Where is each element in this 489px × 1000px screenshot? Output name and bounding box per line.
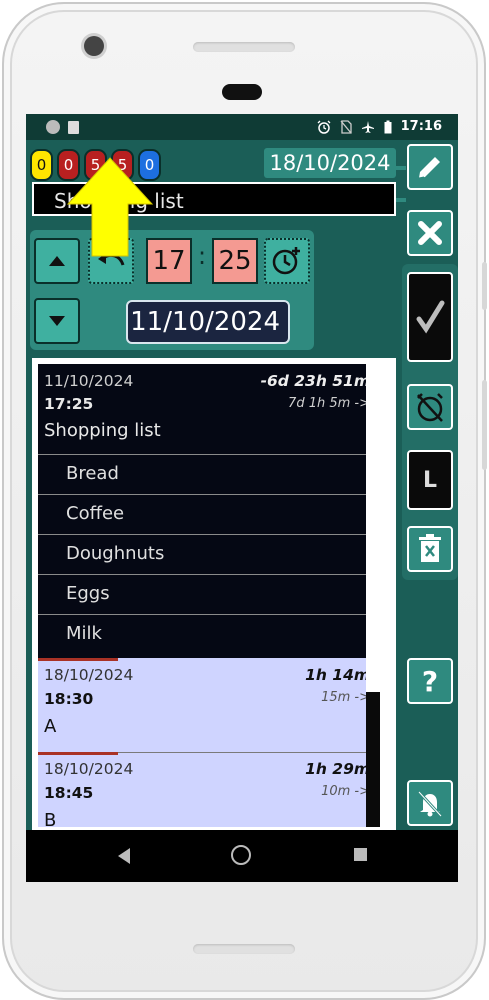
list-item[interactable]: Bread (38, 454, 380, 494)
check-icon (416, 300, 445, 334)
front-camera (84, 36, 104, 56)
entry-repeat: 15m -> (321, 690, 370, 705)
close-icon (418, 221, 442, 245)
alarm-off-icon (417, 393, 443, 422)
trash-icon (419, 534, 441, 562)
list-item[interactable]: Doughnuts (38, 534, 380, 574)
list-mode-label: L (422, 467, 438, 493)
list-item[interactable]: Eggs (38, 574, 380, 614)
recents-icon[interactable] (354, 848, 367, 861)
highlight-arrow-icon (66, 157, 154, 257)
list-entry[interactable]: 18/10/2024 1h 29m 18:45 10m -> B (38, 752, 380, 830)
right-rail: L ? (396, 140, 458, 830)
list-item[interactable]: Milk (38, 614, 380, 654)
entry-repeat: 7d 1h 5m -> (288, 396, 370, 411)
header-date[interactable]: 18/10/2024 (264, 148, 396, 178)
time-colon: : (198, 242, 207, 270)
counter-badge[interactable]: 0 (30, 149, 53, 181)
rail-connector (396, 198, 406, 202)
sd-card-icon (68, 120, 79, 134)
current-entry[interactable]: 11/10/2024 -6d 23h 51m 17:25 7d 1h 5m ->… (38, 364, 380, 658)
battery-icon (384, 120, 392, 133)
status-bar: 17:16 (26, 114, 458, 140)
top-speaker (193, 42, 295, 52)
notifications-off-icon (417, 790, 443, 818)
entry-time: 17:25 (44, 395, 94, 413)
delete-button[interactable] (407, 526, 453, 572)
entry-title: Shopping list (44, 420, 161, 441)
scrollbar-thumb[interactable] (366, 692, 380, 827)
entry-date: 18/10/2024 (44, 760, 134, 778)
list-entry[interactable]: 18/10/2024 1h 14m 18:30 15m -> A (38, 658, 380, 752)
add-alarm-button[interactable] (264, 238, 310, 284)
entry-relative: 1h 14m (305, 666, 370, 684)
scrollbar[interactable] (366, 364, 380, 827)
entry-name: B (44, 810, 57, 830)
entry-relative: -6d 23h 51m (260, 372, 370, 390)
entry-repeat: 10m -> (321, 784, 370, 799)
down-button[interactable] (34, 298, 80, 344)
reminder-list[interactable]: 11/10/2024 -6d 23h 51m 17:25 7d 1h 5m ->… (32, 358, 396, 830)
cancel-button[interactable] (407, 210, 453, 256)
nav-bar (26, 830, 458, 882)
triangle-up-icon (49, 256, 65, 266)
home-icon[interactable] (231, 845, 251, 865)
help-label: ? (421, 664, 439, 698)
entry-time: 18:30 (44, 690, 94, 708)
list-item[interactable]: Coffee (38, 494, 380, 534)
earpiece (222, 84, 262, 100)
alarm-off-button[interactable] (407, 384, 453, 430)
rail-connector (396, 166, 406, 170)
status-time: 17:16 (400, 119, 442, 134)
power-button (482, 380, 487, 470)
entry-date: 11/10/2024 (44, 372, 134, 390)
entry-marker (38, 752, 118, 755)
help-button[interactable]: ? (407, 658, 453, 704)
edit-button[interactable] (407, 144, 453, 190)
add-alarm-icon (272, 247, 300, 275)
bottom-speaker (193, 944, 295, 954)
alarm-icon (317, 120, 331, 134)
entry-date: 18/10/2024 (44, 666, 134, 684)
back-icon[interactable] (118, 848, 130, 864)
date-field[interactable]: 11/10/2024 (126, 300, 290, 344)
airplane-icon (361, 120, 374, 133)
entry-relative: 1h 29m (305, 760, 370, 778)
circle-icon (46, 120, 60, 134)
triangle-down-icon (49, 316, 65, 326)
list-mode-button[interactable]: L (407, 450, 453, 510)
entry-name: A (44, 716, 57, 737)
confirm-button[interactable] (407, 272, 453, 362)
entry-marker (38, 658, 118, 661)
minute-field[interactable]: 25 (212, 238, 258, 284)
mute-button[interactable] (407, 780, 453, 826)
edit-icon (418, 157, 440, 179)
volume-button (482, 262, 487, 310)
entry-time: 18:45 (44, 784, 94, 802)
no-sim-icon (340, 119, 352, 134)
